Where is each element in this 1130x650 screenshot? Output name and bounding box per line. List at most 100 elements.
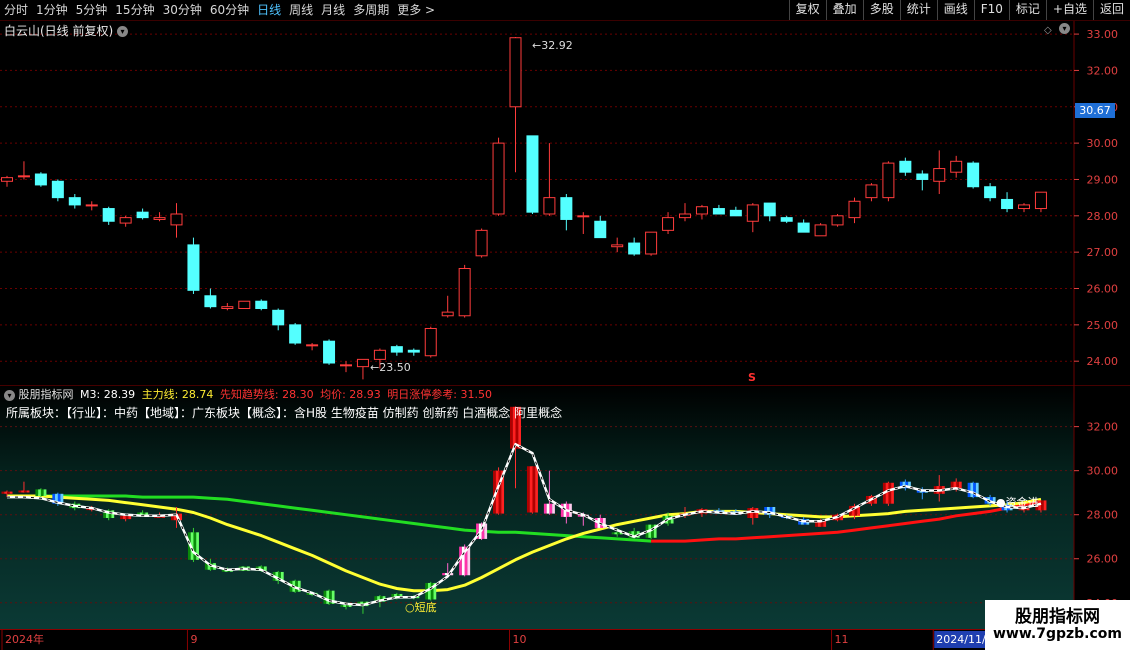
tool-button-7[interactable]: +自选: [1045, 0, 1093, 20]
indicator-candle-stripe-7-0: [120, 515, 123, 520]
tool-button-0[interactable]: 复权: [788, 0, 826, 20]
settings-icon[interactable]: ▾: [1059, 23, 1070, 34]
period-tab-0[interactable]: 分时: [0, 0, 32, 20]
price-candle-body-22: [373, 349, 386, 360]
price-candle-55: [933, 150, 946, 195]
price-candle-6: [102, 206, 115, 225]
price-candle-7: [119, 215, 132, 227]
price-candle-25: [424, 326, 437, 358]
indicator-candle-stripe-31-1: [529, 466, 533, 513]
indicator-name: 股朋指标网: [18, 388, 74, 401]
indicator-junjia: 均价: 28.93: [320, 388, 381, 401]
price-candle-body-31: [526, 135, 539, 213]
price-candle-body-29: [492, 142, 505, 215]
chevron-down-icon[interactable]: ▾: [117, 26, 129, 37]
indicator-chevron-icon[interactable]: ▾: [4, 389, 15, 401]
period-tabs: 分时 1分钟 5分钟 15分钟 30分钟 60分钟 日线 周线 月线 多周期 更多 >: [0, 0, 439, 20]
tool-button-4[interactable]: 画线: [936, 0, 974, 20]
price-candle-body-32: [543, 197, 556, 215]
price-candle-43: [729, 206, 742, 217]
indicator-candle-stripe-0-3: [9, 491, 13, 494]
price-candle-12: [204, 288, 217, 309]
price-candle-body-4: [68, 197, 81, 206]
indicator-candle-stripe-20-1: [343, 604, 346, 607]
price-candle-body-52: [882, 162, 895, 199]
stock-title[interactable]: 白云山(日线 前复权) ▾: [4, 24, 129, 38]
current-price-badge: 30.67: [1075, 103, 1115, 118]
period-tab-1[interactable]: 1分钟: [32, 0, 72, 20]
period-tab-6[interactable]: 日线: [253, 0, 285, 20]
indicator-candle-stripe-0-0: [1, 491, 5, 494]
indicator-candle-19: [323, 589, 335, 605]
price-candle-34: [577, 212, 590, 234]
diamond-icon[interactable]: ◇: [1044, 24, 1052, 38]
price-candle-10: [170, 203, 183, 238]
price-candle-body-12: [204, 295, 217, 308]
indicator-candle-stripe-32-0: [543, 503, 547, 514]
indicator-chart[interactable]: 24.0026.0028.0030.0032.00: [0, 385, 1130, 629]
date-label-2: 10: [513, 633, 527, 646]
price-axis: 24.0025.0026.0027.0028.0029.0030.0031.00…: [1073, 21, 1119, 387]
price-candle-body-27: [458, 268, 471, 317]
price-candle-body-24: [407, 349, 420, 353]
tool-button-8[interactable]: 返回: [1092, 0, 1130, 20]
price-tick-label-2: 26.00: [1087, 283, 1119, 296]
tool-button-6[interactable]: 标记: [1008, 0, 1046, 20]
sell-signal-marker: S: [748, 371, 756, 384]
period-tab-2[interactable]: 5分钟: [72, 0, 112, 20]
price-candle-28: [475, 228, 488, 258]
indicator-candle-stripe-2-0: [35, 489, 39, 496]
price-candle-30: [509, 36, 522, 173]
price-candle-body-49: [831, 215, 844, 226]
indicator-candle-stripe-19-1: [326, 590, 330, 604]
price-candle-61: [1034, 191, 1047, 213]
price-candle-body-7: [119, 217, 132, 224]
price-candle-body-30: [509, 37, 522, 108]
price-candle-body-44: [746, 204, 759, 222]
indicator-candle-stripe-32-1: [546, 503, 550, 514]
indicator-candle-stripe-28-3: [484, 523, 488, 539]
price-candle-31: [526, 135, 539, 214]
price-tick-label-0: 24.00: [1087, 355, 1119, 368]
price-candle-15: [255, 299, 268, 311]
period-tab-8[interactable]: 月线: [317, 0, 349, 20]
price-candle-body-53: [899, 160, 912, 173]
price-candle-53: [899, 157, 912, 176]
period-tab-7[interactable]: 周线: [285, 0, 317, 20]
period-tab-5[interactable]: 60分钟: [206, 0, 253, 20]
tool-button-3[interactable]: 统计: [899, 0, 937, 20]
price-candle-40: [679, 203, 691, 222]
price-candle-37: [628, 237, 641, 256]
indicator-candle-stripe-56-0: [950, 481, 954, 489]
price-candle-16: [272, 308, 285, 331]
indicator-candle-27: [459, 544, 471, 577]
high-price-value: 32.92: [541, 39, 573, 52]
indicator-candle-stripe-57-1: [970, 482, 974, 498]
price-candle-2: [34, 172, 47, 187]
indicator-candle-stripe-26-0: [442, 573, 445, 576]
period-tab-4[interactable]: 30分钟: [159, 0, 206, 20]
price-candle-body-19: [323, 340, 336, 364]
indicator-candle-stripe-31-0: [526, 466, 530, 513]
period-tab-10[interactable]: 更多 >: [393, 0, 439, 20]
tool-button-1[interactable]: 叠加: [825, 0, 863, 20]
price-candle-29: [492, 137, 505, 216]
price-candle-47: [797, 219, 810, 233]
low-price-label: ←23.50: [370, 361, 411, 374]
period-tab-3[interactable]: 15分钟: [111, 0, 158, 20]
indicator-candle-stripe-7-1: [122, 515, 126, 520]
indicator-candle-stripe-52-3: [891, 482, 894, 504]
price-candle-body-38: [645, 231, 658, 255]
date-axis: 2024年 9 10 11 2024/11/: [0, 629, 1130, 650]
indicator-header: ▾ 股朋指标网 M3: 28.39 主力线: 28.74 先知趋势线: 28.3…: [4, 388, 492, 402]
tool-button-5[interactable]: F10: [973, 0, 1009, 20]
price-candle-body-16: [272, 309, 285, 326]
tool-button-2[interactable]: 多股: [862, 0, 900, 20]
price-chart[interactable]: 24.0025.0026.0027.0028.0029.0030.0031.00…: [0, 21, 1130, 387]
price-candle-60: [1018, 203, 1030, 213]
period-tab-9[interactable]: 多周期: [349, 0, 393, 20]
price-candle-27: [458, 264, 471, 318]
indicator-candle-stripe-61-3: [1043, 500, 1047, 511]
price-tick-label-6: 30.00: [1087, 137, 1119, 150]
price-candle-body-57: [967, 162, 980, 188]
